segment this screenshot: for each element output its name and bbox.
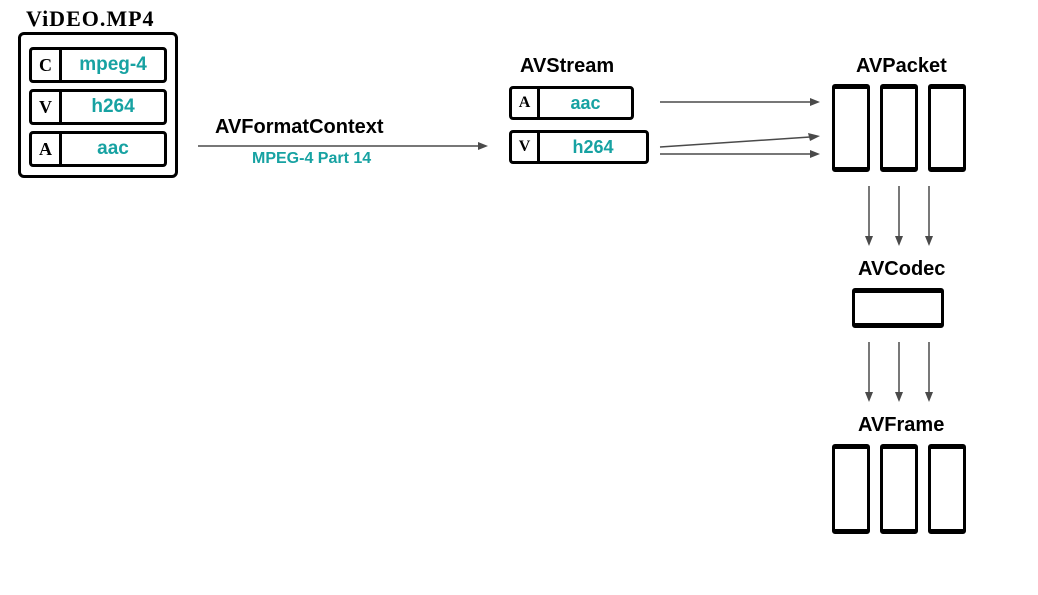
avformatcontext-title: AVFormatContext: [215, 116, 384, 139]
packet-3: [928, 84, 966, 172]
arrow-format-to-stream: [198, 140, 488, 152]
arrow-stream-video-to-packet-2: [660, 148, 820, 160]
arrow-codec-to-frame-3: [923, 342, 935, 402]
stream-video-row: V h264: [509, 130, 649, 164]
arrow-packet-to-codec-1: [863, 186, 875, 246]
container-row: C mpeg-4: [29, 47, 167, 83]
packet-1: [832, 84, 870, 172]
video-file-container: C mpeg-4 V h264 A aac: [18, 32, 178, 178]
frame-2: [880, 444, 918, 534]
codec-mpeg4: mpeg-4: [62, 50, 164, 80]
stream-codec-aac: aac: [540, 89, 631, 117]
avformatcontext-subtitle: MPEG-4 Part 14: [252, 150, 371, 168]
arrow-packet-to-codec-3: [923, 186, 935, 246]
avframe-title: AVFrame: [858, 414, 944, 437]
tag-audio: A: [32, 134, 62, 164]
avcodec-title: AVCodec: [858, 258, 945, 281]
stream-tag-video: V: [512, 133, 540, 161]
video-row: V h264: [29, 89, 167, 125]
codec-aac: aac: [62, 134, 164, 164]
avstream-title: AVStream: [520, 55, 614, 78]
packet-2: [880, 84, 918, 172]
codec-h264: h264: [62, 92, 164, 122]
codec-box: [852, 288, 944, 328]
arrow-codec-to-frame-1: [863, 342, 875, 402]
file-title: ViDEO.MP4: [26, 6, 155, 32]
audio-row: A aac: [29, 131, 167, 167]
arrow-codec-to-frame-2: [893, 342, 905, 402]
avpacket-title: AVPacket: [856, 55, 947, 78]
arrow-packet-to-codec-2: [893, 186, 905, 246]
stream-audio-row: A aac: [509, 86, 634, 120]
tag-container: C: [32, 50, 62, 80]
arrow-stream-audio-to-packet: [660, 96, 820, 108]
tag-video: V: [32, 92, 62, 122]
frame-1: [832, 444, 870, 534]
stream-codec-h264: h264: [540, 133, 646, 161]
stream-tag-audio: A: [512, 89, 540, 117]
frame-3: [928, 444, 966, 534]
